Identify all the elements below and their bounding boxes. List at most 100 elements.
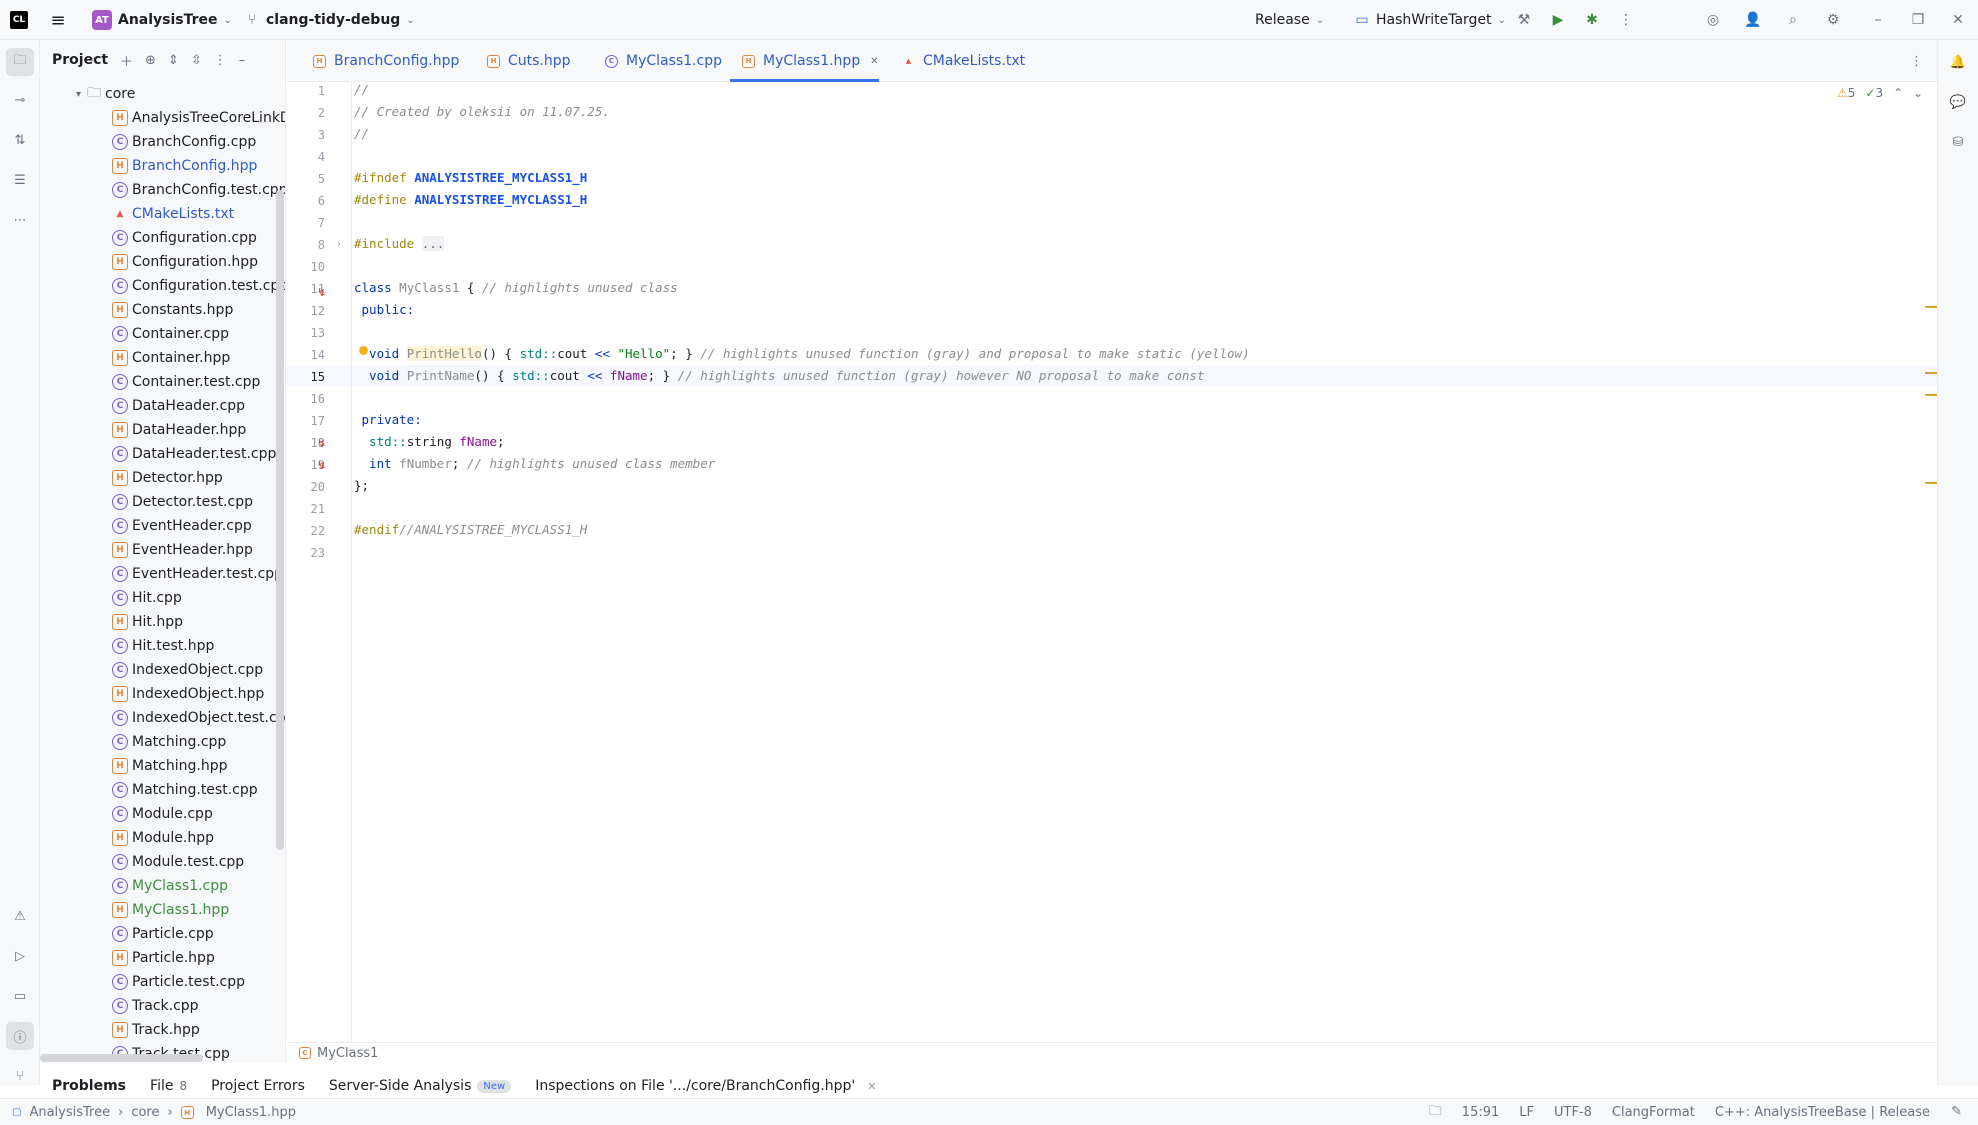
line-number[interactable]: 4 <box>295 150 325 164</box>
line-number[interactable]: 3 <box>295 128 325 142</box>
debug-button[interactable]: ✱ <box>1582 0 1602 40</box>
edit-lock-icon[interactable]: ✎ <box>1951 1104 1962 1119</box>
ai-assistant-button[interactable]: ◎ <box>1703 0 1723 40</box>
tree-file-item[interactable]: H Particle.hpp <box>112 946 215 970</box>
restore-button[interactable]: ❐ <box>1908 0 1928 40</box>
tree-file-item[interactable]: C IndexedObject.cpp <box>112 658 263 682</box>
tree-file-item[interactable]: HAnalysisTreeCoreLinkDef.h <box>112 106 285 130</box>
tree-file-item[interactable]: C Matching.cpp <box>112 730 226 754</box>
options-icon[interactable]: ⋮ <box>214 53 227 68</box>
notifications-button[interactable]: 🔔 <box>1944 48 1972 76</box>
close-icon[interactable]: ✕ <box>867 1080 876 1093</box>
tab-server-side-analysis[interactable]: Server-Side Analysis New <box>329 1078 512 1094</box>
line-number[interactable]: 21 <box>295 502 325 516</box>
intention-bulb-icon[interactable] <box>359 346 368 355</box>
warning-stripe-mark[interactable] <box>1925 482 1937 484</box>
line-number[interactable]: 23 <box>295 546 325 560</box>
expand-all-icon[interactable]: ⇕ <box>168 53 179 68</box>
tree-file-item[interactable]: C BranchConfig.cpp <box>112 130 256 154</box>
tab-options-icon[interactable]: ⋮ <box>1910 40 1923 82</box>
tree-file-item[interactable]: C Particle.test.cpp <box>112 970 245 994</box>
add-file-icon[interactable]: ＋ <box>120 51 133 70</box>
line-number[interactable]: 12 <box>295 304 325 318</box>
status-path-project[interactable]: AnalysisTree <box>29 1105 110 1120</box>
main-menu-icon[interactable]: ≡ <box>48 0 68 40</box>
project-selector[interactable]: AT AnalysisTree ⌄ <box>92 0 232 40</box>
more-actions-button[interactable]: ⋮ <box>1616 0 1636 40</box>
build-button[interactable]: ⚒ <box>1514 0 1534 40</box>
tree-file-item[interactable]: C EventHeader.test.cpp <box>112 562 283 586</box>
structure-tool-button[interactable]: ☰ <box>6 166 34 194</box>
tree-file-item[interactable]: H EventHeader.hpp <box>112 538 253 562</box>
tab-inspections[interactable]: Inspections on File '.../core/BranchConf… <box>535 1078 876 1094</box>
commit-tool-button[interactable]: ⊸ <box>6 86 34 114</box>
code-editor[interactable]: 1 2 3 4 5 6 7 8 10 11 12 13 14 15 16 17 18 19 20 21 22 23 ↯ ↯… <box>287 82 1937 1042</box>
run-target-selector[interactable]: ▭ HashWriteTarget ⌄ <box>1352 0 1506 40</box>
tree-file-item[interactable]: C BranchConfig.test.cpp <box>112 178 285 202</box>
tree-file-item[interactable]: C Container.test.cpp <box>112 370 260 394</box>
override-marker-icon[interactable]: ↯ <box>317 437 326 450</box>
tree-file-item[interactable]: C Track.cpp <box>112 994 199 1018</box>
tree-file-item[interactable]: C DataHeader.cpp <box>112 394 245 418</box>
line-number[interactable]: 5 <box>295 172 325 186</box>
editor-tab[interactable]: H Cuts.hpp <box>475 40 575 82</box>
caret-position[interactable]: 15:91 <box>1462 1105 1499 1120</box>
tree-file-item[interactable]: C Module.test.cpp <box>112 850 244 874</box>
git-tool-button[interactable]: ⑂ <box>6 1062 34 1090</box>
line-number[interactable]: 17 <box>295 414 325 428</box>
line-number[interactable]: 22 <box>295 524 325 538</box>
tree-folder-core[interactable]: ▾ 🗀 core <box>76 82 135 106</box>
collapse-all-icon[interactable]: ⇳ <box>191 53 202 68</box>
line-number[interactable]: 10 <box>295 260 325 274</box>
tree-file-item[interactable]: H Hit.hpp <box>112 610 183 634</box>
pull-requests-tool-button[interactable]: ⇅ <box>6 126 34 154</box>
line-ending[interactable]: LF <box>1519 1105 1534 1120</box>
tree-file-item[interactable]: C Hit.test.hpp <box>112 634 214 658</box>
tree-file-item[interactable]: C Configuration.test.cpp <box>112 274 285 298</box>
branch-selector[interactable]: ⑂ clang-tidy-debug ⌄ <box>242 0 415 40</box>
project-tool-button[interactable]: 🗀 <box>6 48 34 76</box>
tab-problems[interactable]: Problems <box>52 1078 126 1094</box>
close-window-button[interactable]: ✕ <box>1948 0 1968 40</box>
chevron-up-icon[interactable]: ⌃ <box>1893 86 1903 100</box>
terminal-tool-button[interactable]: ▭ <box>6 982 34 1010</box>
line-number[interactable]: 2 <box>295 106 325 120</box>
tree-file-item[interactable]: C Container.cpp <box>112 322 229 346</box>
override-marker-icon[interactable]: ↯ <box>317 286 326 299</box>
inspection-widget[interactable]: ⚠5 ✓3 ⌃ ⌄ <box>1837 86 1923 100</box>
tree-file-item[interactable]: H Matching.hpp <box>112 754 227 778</box>
app-logo-icon[interactable]: CL <box>10 0 28 40</box>
tree-file-item[interactable]: C Configuration.cpp <box>112 226 257 250</box>
tree-file-item[interactable]: H BranchConfig.hpp <box>112 154 257 178</box>
tree-file-item[interactable]: H DataHeader.hpp <box>112 418 246 442</box>
build-config-selector[interactable]: Release ⌄ <box>1255 0 1324 40</box>
line-number[interactable]: 15 <box>295 370 325 384</box>
horizontal-scrollbar[interactable] <box>40 1054 203 1062</box>
line-number[interactable]: 7 <box>295 216 325 230</box>
override-marker-icon[interactable]: ↯ <box>317 459 326 472</box>
tree-file-item[interactable]: C IndexedObject.test.cpp <box>112 706 285 730</box>
editor-tab[interactable]: ▲ CMakeLists.txt <box>890 40 1030 82</box>
tree-file-item[interactable]: H Container.hpp <box>112 346 230 370</box>
fold-expand-icon[interactable]: › <box>337 239 341 250</box>
tree-file-item[interactable]: C EventHeader.cpp <box>112 514 252 538</box>
line-number[interactable]: 8 <box>295 238 325 252</box>
folder-icon[interactable]: 🗀 <box>1429 1102 1442 1124</box>
more-tools-button[interactable]: ⋯ <box>6 206 34 234</box>
editor-tab[interactable]: H MyClass1.hpp ✕ <box>730 40 879 82</box>
warning-stripe-mark[interactable] <box>1925 306 1937 308</box>
tree-file-item[interactable]: H IndexedObject.hpp <box>112 682 264 706</box>
file-encoding[interactable]: UTF-8 <box>1554 1105 1592 1120</box>
run-button[interactable]: ▶ <box>1548 0 1568 40</box>
tree-file-item[interactable]: H Module.hpp <box>112 826 214 850</box>
problems-view-button[interactable]: ⓘ <box>6 1022 34 1050</box>
tree-file-item[interactable]: ▲ CMakeLists.txt <box>112 202 235 226</box>
minimize-button[interactable]: – <box>1868 0 1888 40</box>
folded-region[interactable]: ... <box>421 236 445 251</box>
database-button[interactable]: ⛁ <box>1944 128 1972 156</box>
add-user-button[interactable]: 👤 <box>1743 0 1763 40</box>
vertical-scrollbar[interactable] <box>276 190 284 850</box>
services-tool-button[interactable]: ▷ <box>6 942 34 970</box>
resolve-context[interactable]: C++: AnalysisTreeBase | Release <box>1715 1105 1930 1120</box>
tab-file[interactable]: File 8 <box>150 1078 187 1094</box>
